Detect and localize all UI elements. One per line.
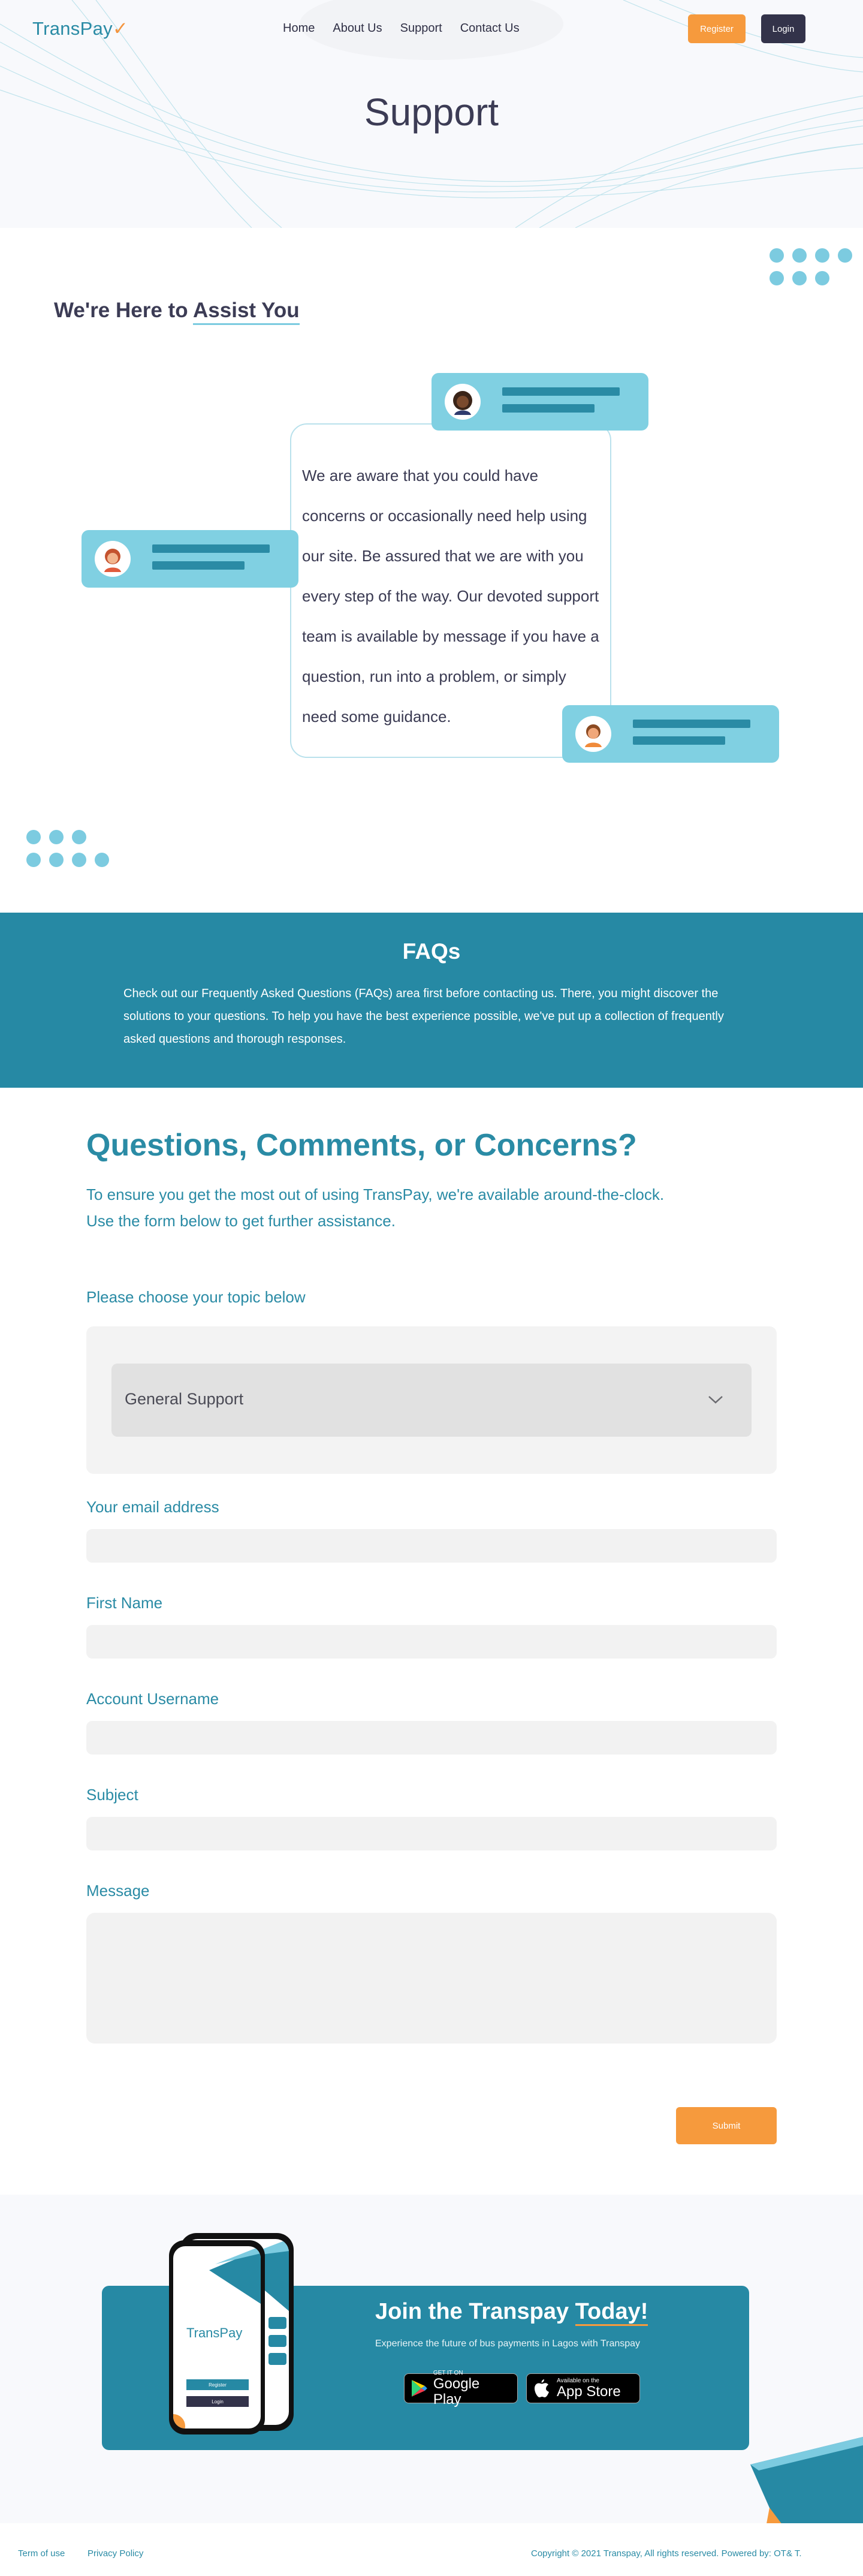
username-field[interactable] <box>86 1721 777 1755</box>
form-subheading-line-1: To ensure you get the most out of using … <box>86 1185 665 1203</box>
apple-icon <box>535 2379 549 2397</box>
app-store-big-text: App Store <box>557 2383 621 2400</box>
message-field[interactable] <box>86 1913 777 2044</box>
faq-heading[interactable]: FAQs <box>0 939 863 964</box>
first-name-label: First Name <box>86 1594 163 1612</box>
cta-subheading: Experience the future of bus payments in… <box>375 2339 641 2349</box>
logo-check-icon: ✓ <box>112 18 129 39</box>
google-play-button[interactable]: GET IT ON Google Play <box>404 2369 518 2407</box>
nav-links: Home About Us Support Contact Us <box>283 22 538 35</box>
phone-mockup-front: TransPay Register Login <box>169 2240 265 2434</box>
footer-privacy-link[interactable]: Privacy Policy <box>87 2548 143 2559</box>
avatar-agent-woman-icon <box>445 384 481 420</box>
top-nav: TransPay✓ Home About Us Support Contact … <box>0 0 863 58</box>
form-heading: Questions, Comments, or Concerns? <box>86 1128 637 1163</box>
topic-select[interactable]: General Support <box>111 1364 752 1437</box>
cta-heading-highlight: Today! <box>575 2299 648 2326</box>
footer: Term of use Privacy Policy Copyright © 2… <box>0 2523 863 2576</box>
cta-heading-prefix: Join the Transpay <box>375 2299 575 2324</box>
google-play-icon <box>411 2380 427 2397</box>
assist-heading-prefix: We're Here to <box>54 299 194 322</box>
email-field[interactable] <box>86 1529 777 1563</box>
phone-logo-text: TransPay <box>186 2325 243 2340</box>
decorative-triangle-icon <box>750 2437 863 2527</box>
assist-heading-highlight: Assist You <box>193 299 300 325</box>
topic-select-value: General Support <box>125 1390 244 1408</box>
subject-field[interactable] <box>86 1817 777 1850</box>
logo-text: TransPay <box>32 18 113 39</box>
assist-heading: We're Here to Assist You <box>54 299 300 325</box>
footer-terms-link[interactable]: Term of use <box>18 2548 65 2559</box>
app-store-small-text: Available on the <box>557 2377 599 2384</box>
logo[interactable]: TransPay✓ <box>32 18 128 40</box>
phone-login-button: Login <box>186 2396 249 2407</box>
topic-select-panel: General Support <box>86 1326 777 1474</box>
nav-about-us[interactable]: About Us <box>333 22 382 35</box>
cta-heading: Join the Transpay Today! <box>375 2299 648 2326</box>
faq-section: FAQs Check out our Frequently Asked Ques… <box>0 913 863 1088</box>
subject-label: Subject <box>86 1786 138 1804</box>
topic-label: Please choose your topic below <box>86 1288 306 1306</box>
nav-contact-us[interactable]: Contact Us <box>460 22 520 35</box>
page-title: Support <box>364 91 499 134</box>
footer-copyright: Copyright © 2021 Transpay, All rights re… <box>531 2548 802 2559</box>
form-subheading: To ensure you get the most out of using … <box>86 1181 746 1234</box>
hero-section: TransPay✓ Home About Us Support Contact … <box>0 0 863 228</box>
email-label: Your email address <box>86 1498 219 1516</box>
form-subheading-line-2: Use the form below to get further assist… <box>86 1212 396 1230</box>
chat-bubble-left <box>82 530 298 588</box>
username-label: Account Username <box>86 1690 219 1708</box>
first-name-field[interactable] <box>86 1625 777 1659</box>
avatar-user-woman-icon <box>95 541 131 577</box>
chat-bubble-top <box>432 373 648 431</box>
google-play-small-text: GET IT ON <box>433 2369 463 2376</box>
nav-home[interactable]: Home <box>283 22 315 35</box>
nav-support[interactable]: Support <box>400 22 442 35</box>
faq-body: Check out our Frequently Asked Questions… <box>123 987 724 1046</box>
chat-bubble-bottom <box>562 705 779 763</box>
decorative-dots-top <box>770 248 852 285</box>
assist-body: We are aware that you could have concern… <box>302 467 599 726</box>
support-page: TransPay✓ Home About Us Support Contact … <box>0 0 863 2576</box>
submit-button[interactable]: Submit <box>676 2107 777 2144</box>
google-play-big-text: Google Play <box>433 2375 480 2408</box>
register-button[interactable]: Register <box>688 14 746 43</box>
message-label: Message <box>86 1882 150 1900</box>
chevron-down-icon <box>708 1396 723 1404</box>
avatar-user-man-icon <box>575 716 611 752</box>
app-store-button[interactable]: Available on the App Store <box>526 2373 640 2403</box>
phone-register-button: Register <box>186 2379 249 2390</box>
login-button[interactable]: Login <box>761 14 805 43</box>
decorative-dots-bottom <box>26 830 109 867</box>
